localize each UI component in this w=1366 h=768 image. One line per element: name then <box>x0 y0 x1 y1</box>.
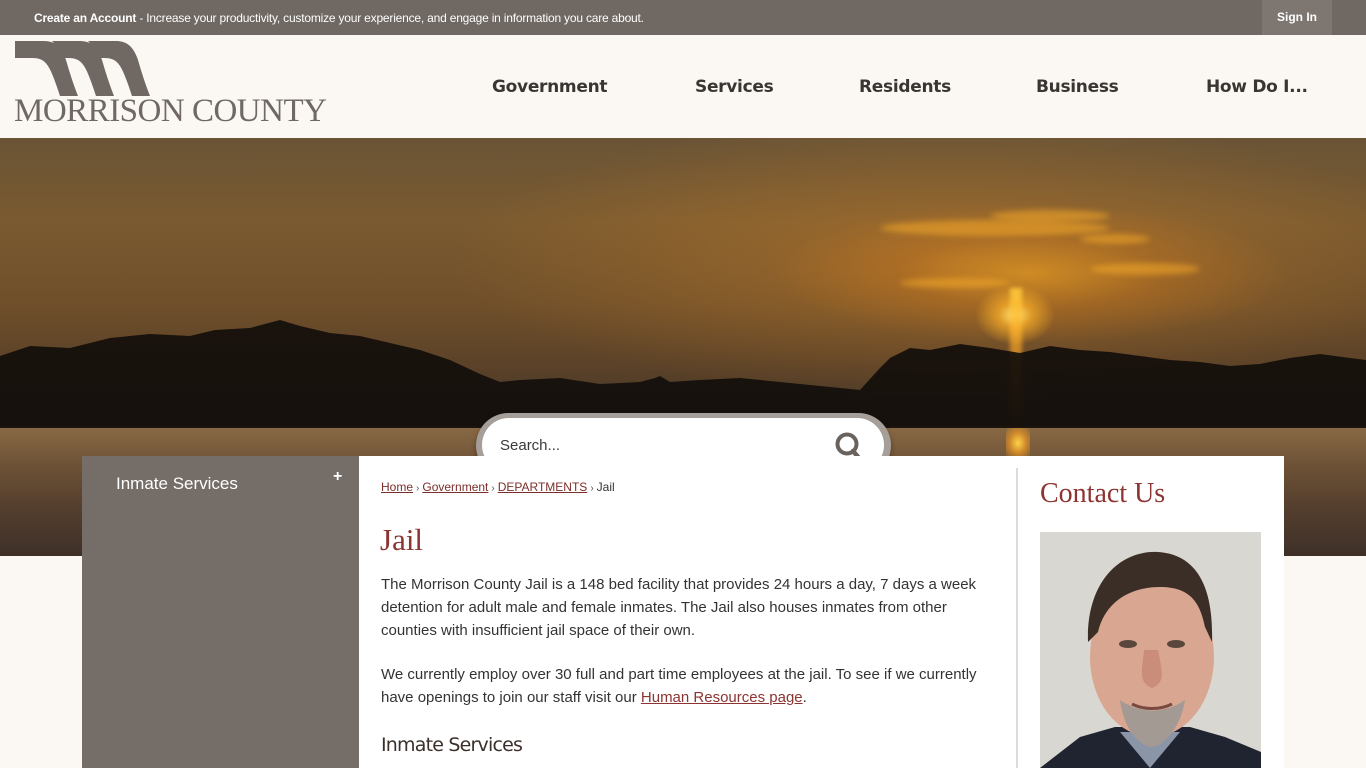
site-header: MORRISON COUNTY Government Services Resi… <box>0 35 1366 138</box>
breadcrumb-government[interactable]: Government <box>422 480 488 494</box>
breadcrumb-home[interactable]: Home <box>381 480 413 494</box>
create-account-link[interactable]: Create an Account <box>34 11 136 25</box>
sign-in-button[interactable]: Sign In <box>1262 0 1332 35</box>
breadcrumb-departments[interactable]: DEPARTMENTS <box>498 480 588 494</box>
nav-services[interactable]: Services <box>695 77 774 97</box>
main-nav: Government Services Residents Business H… <box>0 35 1366 138</box>
nav-residents[interactable]: Residents <box>859 77 951 97</box>
contact-us-heading: Contact Us <box>1040 478 1166 509</box>
breadcrumb-separator: › <box>491 483 495 494</box>
human-resources-link[interactable]: Human Resources page <box>641 689 803 706</box>
main-content: Home › Government › DEPARTMENTS › Jail Jail Th… <box>359 456 1284 768</box>
breadcrumb-current: Jail <box>596 480 615 494</box>
employment-paragraph: We currently employ over 30 full and par… <box>381 663 996 709</box>
nav-government[interactable]: Government <box>492 77 608 97</box>
promo-text: - Increase your productivity, customize … <box>136 11 644 25</box>
breadcrumb-separator: › <box>416 483 420 494</box>
section-sidebar: Inmate Services + <box>82 456 359 768</box>
staff-portrait <box>1040 532 1261 768</box>
sidebar-item-inmate-services[interactable]: Inmate Services + <box>82 456 359 508</box>
breadcrumb-separator: › <box>590 483 594 494</box>
column-divider <box>1016 468 1018 768</box>
breadcrumb: Home › Government › DEPARTMENTS › Jail <box>381 480 615 494</box>
inmate-services-heading: Inmate Services <box>381 734 523 756</box>
employment-text-end: . <box>802 689 807 706</box>
contact-photo <box>1040 532 1261 768</box>
sidebar-item-label: Inmate Services <box>116 474 238 493</box>
nav-how-do-i[interactable]: How Do I... <box>1206 77 1308 97</box>
nav-business[interactable]: Business <box>1036 77 1119 97</box>
account-bar: Create an Account - Increase your produc… <box>0 0 1366 35</box>
create-account-promo[interactable]: Create an Account - Increase your produc… <box>34 11 644 25</box>
expand-plus-icon[interactable]: + <box>333 468 342 486</box>
intro-paragraph: The Morrison County Jail is a 148 bed fa… <box>381 576 977 639</box>
page-title: Jail <box>380 522 424 557</box>
